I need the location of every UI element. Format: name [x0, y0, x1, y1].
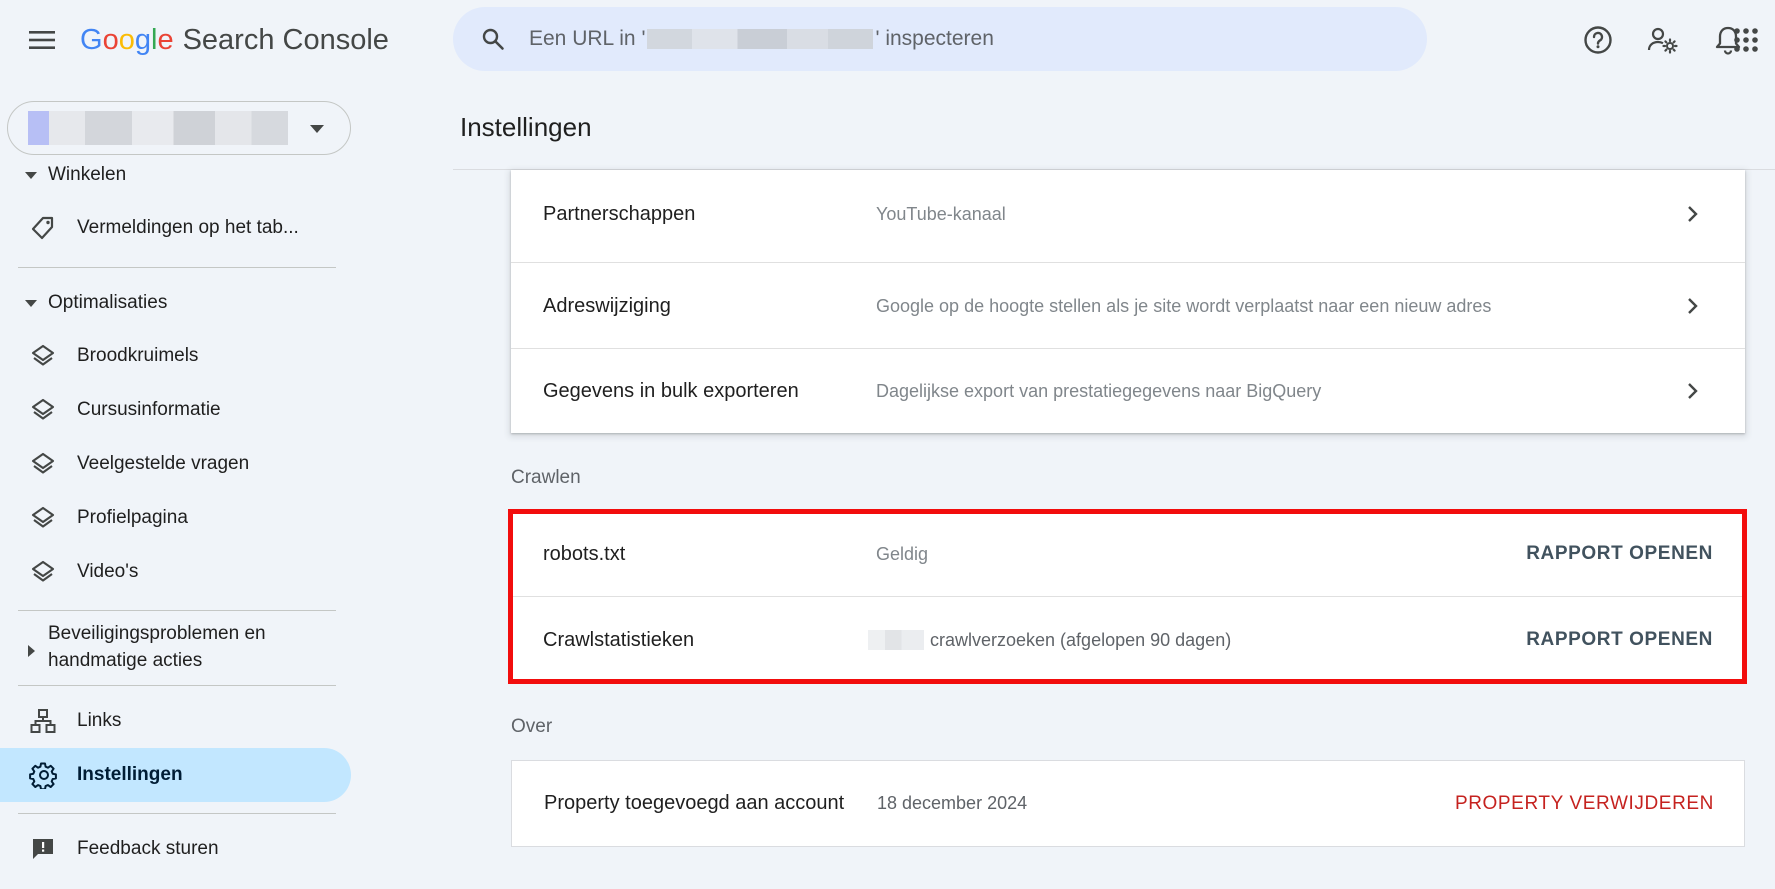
collapse-caret-icon: [18, 165, 44, 185]
settings-row-robots-txt: robots.txt Geldig RAPPORT OPENEN: [511, 511, 1745, 597]
row-name: Property toegevoegd aan account: [544, 792, 845, 814]
section-enhancements[interactable]: Optimalisaties: [0, 292, 167, 314]
crawl-settings-card: robots.txt Geldig RAPPORT OPENEN Crawlst…: [511, 511, 1745, 682]
about-card: Property toegevoegd aan account 18 decem…: [511, 760, 1745, 847]
expand-caret-icon: [18, 641, 44, 661]
sidebar-item-label: Vermeldingen op het tab...: [77, 217, 299, 238]
settings-row-change-of-address[interactable]: Adreswijziging Google op de hoogte stell…: [511, 263, 1745, 349]
sidebar-item-links[interactable]: Links: [0, 694, 351, 748]
sidebar-item-breadcrumbs[interactable]: Broodkruimels: [0, 329, 351, 383]
settings-row-property-added: Property toegevoegd aan account 18 decem…: [512, 761, 1746, 846]
search-icon: [477, 23, 509, 55]
row-name: Partnerschappen: [543, 202, 696, 225]
row-description: YouTube-kanaal: [876, 203, 1006, 224]
chevron-right-icon: [1681, 379, 1705, 403]
dropdown-caret-icon: [310, 125, 324, 133]
sidebar-item-course-info[interactable]: Cursusinformatie: [0, 383, 351, 437]
open-report-button[interactable]: RAPPORT OPENEN: [1526, 543, 1713, 565]
chevron-right-icon: [1681, 202, 1705, 226]
section-security-label: Beveiligingsproblemen en handmatige acti…: [48, 620, 266, 674]
sidebar-divider: [18, 685, 336, 686]
redacted-crawl-count: [868, 630, 924, 650]
crawl-requests-text: crawlverzoeken (afgelopen 90 dagen): [930, 629, 1232, 650]
sidebar-item-label: Cursusinformatie: [77, 399, 221, 420]
sidebar-divider: [18, 267, 336, 268]
row-name: robots.txt: [543, 542, 626, 565]
chevron-right-icon: [1681, 294, 1705, 318]
section-enhancements-label: Optimalisaties: [48, 292, 168, 313]
redacted-domain: [647, 29, 874, 49]
section-shopping-label: Winkelen: [48, 164, 127, 185]
search-placeholder-prefix: Een URL in ': [529, 27, 646, 50]
sidebar-item-shopping-listings[interactable]: Vermeldingen op het tab...: [0, 201, 351, 255]
section-security-manual-actions[interactable]: Beveiligingsproblemen en handmatige acti…: [0, 620, 266, 674]
row-description: crawlverzoeken (afgelopen 90 dagen): [868, 629, 1232, 651]
settings-row-bulk-export[interactable]: Gegevens in bulk exporteren Dagelijkse e…: [511, 348, 1745, 434]
feedback-icon: [29, 835, 57, 863]
open-report-button[interactable]: RAPPORT OPENEN: [1526, 629, 1713, 651]
menu-icon[interactable]: [26, 24, 58, 56]
about-section-label: Over: [511, 716, 553, 737]
sidebar-item-settings[interactable]: Instellingen: [0, 748, 351, 802]
remove-property-button[interactable]: PROPERTY VERWIJDEREN: [1455, 793, 1714, 815]
section-security-label-line1: Beveiligingsproblemen en: [48, 623, 266, 644]
row-description: Geldig: [876, 543, 929, 564]
row-name: Gegevens in bulk exporteren: [543, 379, 799, 402]
sidebar-item-videos[interactable]: Video's: [0, 545, 351, 599]
search-placeholder[interactable]: Een URL in ' ' inspecteren: [529, 27, 994, 51]
settings-row-crawl-stats: Crawlstatistieken crawlverzoeken (afgelo…: [511, 597, 1745, 683]
row-description: Google op de hoogte stellen als je site …: [876, 295, 1492, 316]
sidebar-item-faq[interactable]: Veelgestelde vragen: [0, 437, 351, 491]
google-wordmark: Google: [80, 23, 174, 56]
redacted-property-name: [28, 111, 288, 145]
general-settings-card: Partnerschappen YouTube-kanaal Adreswijz…: [511, 170, 1745, 433]
sidebar-item-label: Links: [77, 710, 122, 731]
apps-grid-icon[interactable]: [1726, 20, 1766, 60]
manage-users-icon[interactable]: [1643, 20, 1683, 60]
section-security-label-line2: handmatige acties: [48, 650, 203, 671]
layers-icon: [29, 396, 57, 424]
sidebar-item-label: Veelgestelde vragen: [77, 453, 250, 474]
layers-icon: [29, 450, 57, 478]
gear-icon: [29, 761, 57, 789]
sidebar-divider: [18, 610, 336, 611]
sitemap-icon: [29, 707, 57, 735]
sidebar-item-profile-page[interactable]: Profielpagina: [0, 491, 351, 545]
layers-icon: [29, 504, 57, 532]
sidebar-item-label: Video's: [77, 561, 139, 582]
row-name: Crawlstatistieken: [543, 628, 695, 651]
row-name: Adreswijziging: [543, 294, 671, 317]
layers-icon: [29, 342, 57, 370]
product-name: Search Console: [182, 23, 389, 56]
page-title: Instellingen: [460, 112, 592, 142]
sidebar-item-feedback[interactable]: Feedback sturen: [0, 822, 351, 876]
layers-icon: [29, 558, 57, 586]
crawl-section-label: Crawlen: [511, 467, 581, 488]
sidebar-divider: [18, 813, 336, 814]
sidebar-item-label: Feedback sturen: [77, 838, 219, 859]
tag-icon: [29, 214, 57, 242]
section-shopping[interactable]: Winkelen: [0, 164, 126, 186]
sidebar-item-label: Profielpagina: [77, 507, 188, 528]
search-placeholder-suffix: ' inspecteren: [875, 27, 994, 50]
row-description: 18 december 2024: [877, 793, 1028, 813]
sidebar-item-label: Broodkruimels: [77, 345, 199, 366]
row-description: Dagelijkse export van prestatiegegevens …: [876, 380, 1322, 401]
help-icon[interactable]: [1578, 20, 1618, 60]
top-app-bar: Google Search Console Een URL in ' ' ins…: [0, 0, 1775, 80]
search-console-logo[interactable]: Google Search Console: [80, 20, 389, 60]
sidebar-item-label: Instellingen: [77, 764, 183, 785]
collapse-caret-icon: [18, 293, 44, 313]
property-selector[interactable]: [7, 101, 351, 155]
settings-row-partnerships[interactable]: Partnerschappen YouTube-kanaal: [511, 171, 1745, 257]
url-inspection-search[interactable]: Een URL in ' ' inspecteren: [453, 7, 1427, 71]
